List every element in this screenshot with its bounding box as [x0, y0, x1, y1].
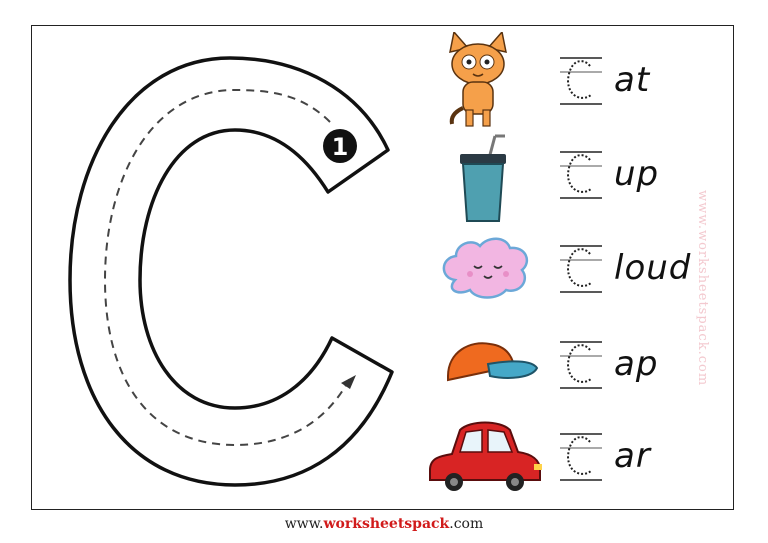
word-ending: up [614, 154, 660, 194]
word-ending: ar [614, 436, 651, 476]
footer-url[interactable]: www.worksheetspack.com [0, 516, 768, 532]
trace-lines [560, 151, 602, 199]
trace-lines [560, 433, 602, 481]
trace-lines [560, 245, 602, 293]
trace-lines [560, 341, 602, 389]
word-ending: ap [614, 344, 659, 384]
word-row-cat: at [0, 32, 768, 127]
footer-suffix: .com [449, 516, 484, 532]
watermark: www.worksheetspack.com [695, 190, 710, 387]
cat-picture [449, 32, 507, 127]
car-picture [429, 421, 542, 491]
trace-lines [560, 57, 602, 105]
footer-prefix: www. [284, 516, 324, 532]
word-row-car: ar [0, 408, 768, 498]
word-row-cloud: loud [0, 220, 768, 310]
word-ending: at [614, 60, 651, 100]
footer-brand: worksheetspack [323, 516, 450, 532]
word-ending: loud [614, 248, 692, 288]
word-row-cap: ap [0, 316, 768, 406]
word-row-cup: up [0, 126, 768, 222]
